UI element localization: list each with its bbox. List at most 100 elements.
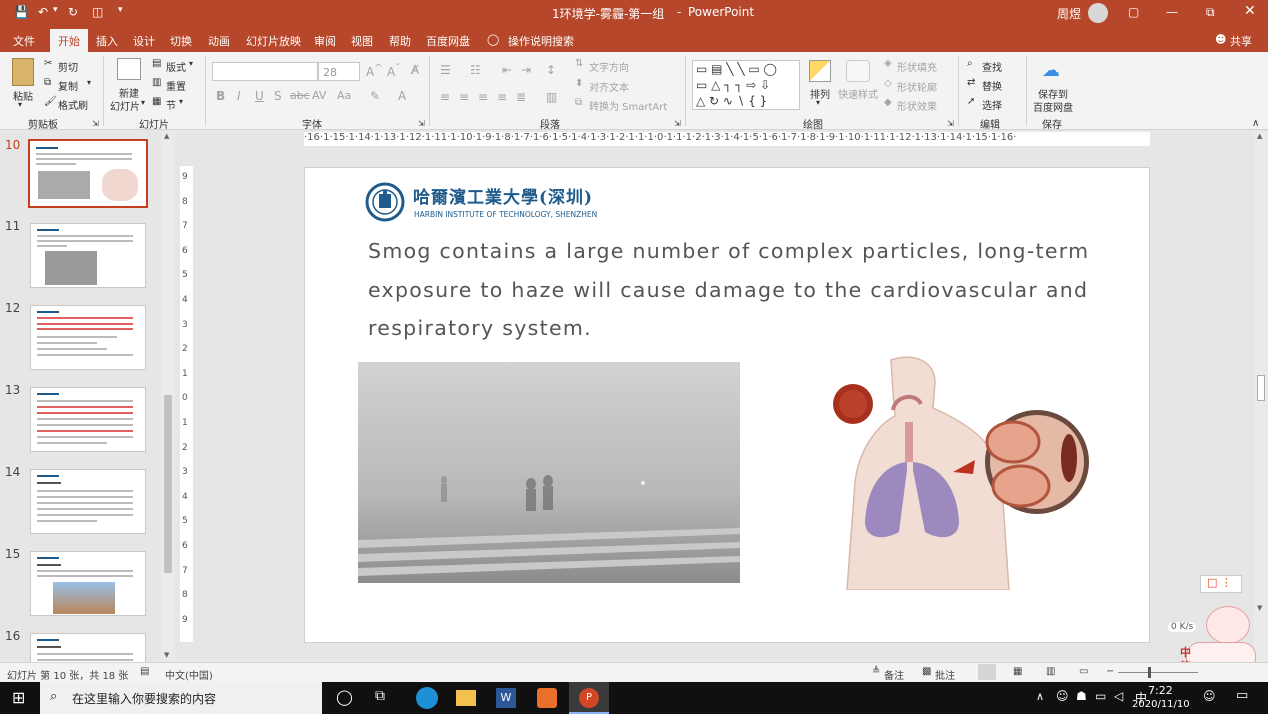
share-button[interactable]: 共享 (1230, 33, 1252, 49)
bold-icon[interactable]: B (216, 89, 225, 103)
tab-file[interactable]: 文件 (13, 33, 35, 49)
edge-browser-icon[interactable] (416, 687, 438, 709)
notes-icon[interactable]: ≜ (872, 666, 880, 677)
thumbnails-scroll-thumb[interactable] (164, 395, 172, 573)
notification-center-icon[interactable]: ▭ (1236, 688, 1248, 703)
replace-icon[interactable]: ⇄ (967, 77, 975, 88)
text-direction-button[interactable]: 文字方向 (589, 59, 629, 74)
find-button[interactable]: 查找 (982, 59, 1002, 74)
layout-icon[interactable]: ▤ (152, 58, 161, 69)
font-launcher-icon[interactable]: ⇲ (418, 119, 425, 128)
distributed-icon[interactable]: ≣ (516, 90, 526, 104)
tab-transitions[interactable]: 切换 (170, 33, 192, 49)
section-dropdown-icon[interactable]: ▾ (179, 97, 183, 106)
redo-icon[interactable]: ↻ (68, 5, 78, 19)
increase-font-icon[interactable]: A^ (366, 63, 383, 79)
customize-toolbar-icon[interactable]: ▾ (118, 5, 123, 15)
bullets-icon[interactable]: ☰ (440, 63, 451, 77)
new-slide-label[interactable]: 幻灯片 (110, 98, 140, 113)
normal-view-icon[interactable] (978, 664, 996, 680)
paste-icon[interactable] (12, 58, 34, 86)
columns-icon[interactable]: ▥ (546, 90, 557, 104)
task-view-icon[interactable]: ⧉ (375, 688, 385, 704)
line-spacing-icon[interactable]: ↕ (546, 63, 556, 77)
file-explorer-icon[interactable] (456, 690, 476, 706)
paste-button[interactable]: 粘贴 (13, 88, 33, 103)
slide-thumbnail-16[interactable] (30, 633, 146, 662)
char-spacing-icon[interactable]: AV (312, 89, 326, 102)
scroll-up-icon[interactable]: ▲ (164, 132, 169, 140)
collapse-ribbon-icon[interactable]: ∧ (1252, 118, 1259, 129)
close-icon[interactable]: ✕ (1244, 3, 1256, 19)
slideshow-view-icon[interactable]: ▭ (1079, 666, 1088, 677)
numbering-icon[interactable]: ☷ (470, 63, 481, 77)
font-size-box[interactable]: 28 (318, 62, 360, 81)
slide-thumbnail-15[interactable] (30, 551, 146, 616)
format-painter-icon[interactable]: 🖌 (44, 96, 57, 107)
smartart-button[interactable]: 转换为 SmartArt (589, 98, 667, 113)
slide-thumbnail-12[interactable] (30, 305, 146, 370)
zoom-out-icon[interactable]: − (1106, 666, 1114, 677)
baidu-netdisk-icon[interactable]: ☁ (1042, 60, 1060, 81)
replace-button[interactable]: 替换 (982, 78, 1002, 93)
tab-view[interactable]: 视图 (351, 33, 373, 49)
emoji-tray-icon[interactable]: ☺ (1203, 689, 1216, 703)
slide-thumbnail-10[interactable] (28, 139, 148, 208)
shape-effects-icon[interactable]: ◆ (884, 97, 892, 108)
slide-position[interactable]: 幻灯片 第 10 张，共 18 张 (7, 667, 128, 682)
notes-button[interactable]: 备注 (884, 667, 904, 682)
reset-icon[interactable]: ▥ (152, 77, 161, 88)
quick-styles-button[interactable]: 快速样式 (838, 86, 878, 101)
start-slideshow-icon[interactable]: ◫ (92, 5, 103, 19)
align-left-icon[interactable]: ≡ (440, 90, 450, 104)
comments-button[interactable]: 批注 (935, 667, 955, 682)
user-avatar[interactable] (1088, 3, 1108, 23)
shapes-gallery[interactable]: ▭ ▤ ╲ ╲ ▭ ◯ ▭ △ ┐ ┐ ⇨ ⇩ △ ↻ ∿ ∖ { } (692, 60, 800, 110)
body-text-box[interactable]: Smog contains a large number of complex … (368, 232, 1128, 348)
justify-icon[interactable]: ≡ (497, 90, 507, 104)
layout-button[interactable]: 版式 (166, 59, 186, 74)
baidu-netdisk-label[interactable]: 百度网盘 (1033, 99, 1073, 114)
shape-outline-button[interactable]: 形状轮廓 (897, 79, 937, 94)
cortana-icon[interactable]: ◯ (336, 688, 353, 706)
select-button[interactable]: 选择 (982, 97, 1002, 112)
tab-help[interactable]: 帮助 (389, 33, 411, 49)
scroll-up-icon[interactable]: ▲ (1257, 132, 1262, 140)
zoom-slider[interactable] (1118, 672, 1198, 673)
tab-baidu-netdisk[interactable]: 百度网盘 (426, 33, 470, 49)
tab-review[interactable]: 审阅 (314, 33, 336, 49)
ribbon-display-options-icon[interactable]: ▢ (1128, 5, 1139, 19)
save-icon[interactable]: 💾 (14, 5, 29, 19)
tab-animations[interactable]: 动画 (208, 33, 230, 49)
slide-thumbnail-13[interactable] (30, 387, 146, 452)
windows-start-icon[interactable]: ⊞ (12, 688, 25, 707)
format-painter-button[interactable]: 格式刷 (58, 97, 88, 112)
highlight-icon[interactable]: ✎ (370, 89, 380, 103)
underline-icon[interactable]: U (255, 89, 264, 103)
arrange-icon[interactable] (809, 60, 831, 82)
align-text-button[interactable]: 对齐文本 (589, 79, 629, 94)
section-button[interactable]: 节 (166, 97, 176, 112)
arrange-dropdown-icon[interactable]: ▾ (816, 98, 820, 107)
accessibility-icon[interactable]: ▤ (140, 666, 149, 677)
taskbar-search-box[interactable]: ⌕ 在这里输入你要搜索的内容 (40, 682, 322, 714)
clear-formatting-icon[interactable]: A̸ (411, 63, 419, 77)
align-right-icon[interactable]: ≡ (478, 90, 488, 104)
slide-thumbnail-14[interactable] (30, 469, 146, 534)
copy-button[interactable]: 复制 (58, 78, 78, 93)
comments-icon[interactable]: ▩ (922, 666, 931, 677)
editor-scrollbar[interactable]: ▲ ▼ (1254, 131, 1268, 662)
select-icon[interactable]: ➚ (967, 96, 975, 107)
undo-icon[interactable]: ↶ (38, 5, 48, 19)
tab-design[interactable]: 设计 (133, 33, 155, 49)
change-case-icon[interactable]: Aa (337, 89, 351, 102)
share-icon[interactable]: ☻ (1215, 33, 1226, 46)
clock-date[interactable]: 2020/11/10 (1132, 699, 1190, 710)
volume-icon[interactable]: ◁ (1114, 689, 1123, 703)
reading-view-icon[interactable]: ▥ (1046, 666, 1055, 677)
italic-icon[interactable]: I (237, 89, 241, 103)
shape-fill-button[interactable]: 形状填充 (897, 59, 937, 74)
new-slide-icon[interactable] (117, 58, 141, 80)
scroll-down-icon[interactable]: ▼ (164, 651, 169, 659)
text-direction-icon[interactable]: ⇅ (575, 58, 583, 69)
